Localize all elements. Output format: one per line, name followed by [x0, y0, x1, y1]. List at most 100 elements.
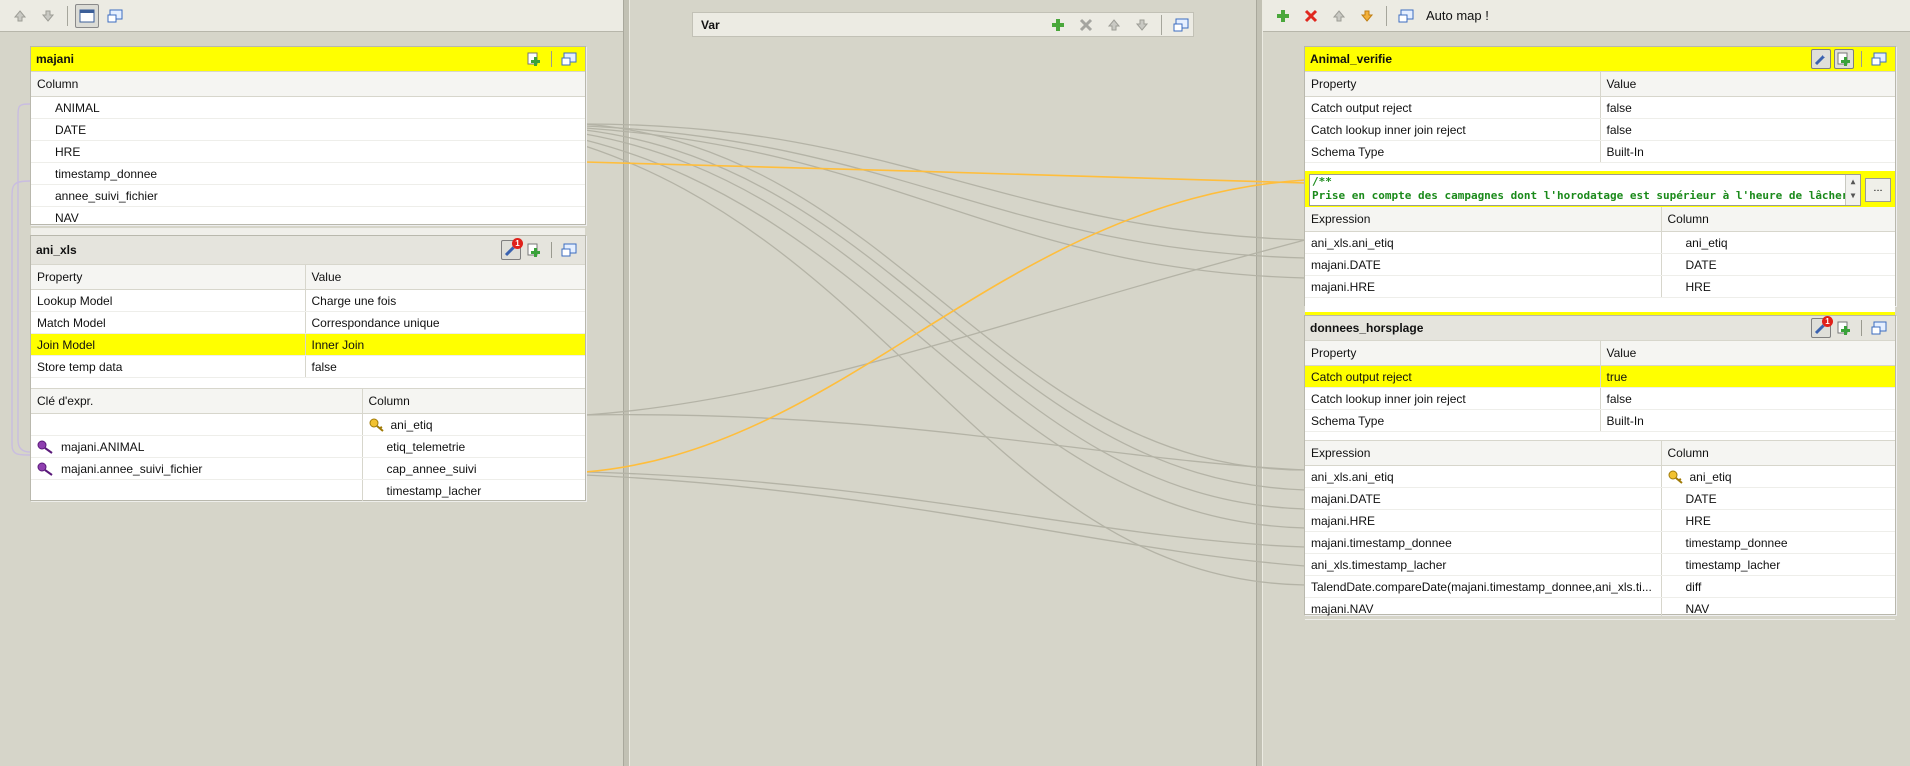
table-row[interactable]: TalendDate.compareDate(majani.timestamp_… [1305, 575, 1895, 598]
expression-header: Expression [1305, 207, 1661, 232]
error-badge: 1 [512, 238, 523, 249]
table-row[interactable]: majani.HRE HRE [1305, 275, 1895, 298]
filter-icon[interactable]: 1 [1811, 316, 1833, 338]
section-gap [1305, 432, 1895, 441]
window-icon[interactable] [75, 3, 99, 28]
table-row[interactable]: Catch lookup inner join reject false [1305, 118, 1895, 141]
property-header: Property [1305, 341, 1600, 366]
filter-icon[interactable]: 1 [501, 238, 523, 260]
majani-table: majani Column ANIMAL DATE HRE timestamp_… [30, 46, 586, 243]
expression-header: Expression [1305, 441, 1661, 466]
column-header: Column [1660, 207, 1895, 232]
expression-builder-button[interactable]: ... [1865, 178, 1891, 202]
table-row[interactable]: Join Model Inner Join [31, 333, 585, 356]
animal-verifie-table: Animal_verifie Property Value Catch outp… [1304, 46, 1896, 318]
table-footer [1305, 298, 1895, 312]
toolbar-separator [1386, 5, 1387, 26]
add-column-icon[interactable] [524, 240, 544, 260]
auto-map-button[interactable]: Auto map ! [1426, 8, 1489, 23]
key-expression-header: Clé d'expr. [31, 389, 362, 414]
minimize-icon[interactable] [559, 49, 579, 69]
table-row[interactable]: majani.DATE DATE [1305, 487, 1895, 510]
arrow-down-icon[interactable] [1355, 4, 1379, 28]
table-row[interactable]: ani_etiq [31, 413, 585, 436]
value-header: Value [1599, 72, 1895, 97]
table-row[interactable]: Schema Type Built-In [1305, 140, 1895, 163]
arrow-down-icon[interactable] [36, 4, 60, 28]
table-row[interactable]: ani_xls.ani_etiq ani_etiq [1305, 465, 1895, 488]
property-header: Property [1305, 72, 1600, 97]
animal-verifie-mapping: Expression Column ani_xls.ani_etiq ani_et… [1305, 207, 1895, 298]
table-row[interactable]: Catch output reject false [1305, 96, 1895, 119]
delete-icon[interactable] [1299, 4, 1323, 28]
majani-columns: Column ANIMAL DATE HRE timestamp_donnee … [31, 72, 585, 229]
filter-expression-field[interactable]: /** Prise en compte des campagnes dont l… [1309, 174, 1861, 206]
table-row[interactable]: ANIMAL [31, 96, 585, 119]
toolbar-separator [67, 5, 68, 26]
minimize-icon[interactable] [1169, 13, 1193, 37]
add-column-icon[interactable] [1834, 318, 1854, 338]
panel-divider-right[interactable] [1256, 0, 1263, 766]
table-row[interactable]: majani.ANIMAL etiq_telemetrie [31, 435, 585, 458]
table-row[interactable]: ani_xls.timestamp_lacher timestamp_lacher [1305, 553, 1895, 576]
add-column-icon[interactable] [524, 49, 544, 69]
table-row[interactable]: majani.timestamp_donnee timestamp_donnee [1305, 531, 1895, 554]
majani-title-bar: majani [31, 47, 585, 72]
ani-xls-keys: Clé d'expr. Column ani_etiq majani.ANIMA… [31, 389, 585, 502]
join-key-icon [37, 440, 53, 454]
value-header: Value [1599, 341, 1895, 366]
table-row[interactable]: Schema Type Built-In [1305, 409, 1895, 432]
input-toolbar [0, 0, 623, 32]
table-row[interactable]: majani.HRE HRE [1305, 509, 1895, 532]
table-row[interactable]: HRE [31, 140, 585, 163]
table-row[interactable]: timestamp_donnee [31, 162, 585, 185]
table-row[interactable]: DATE [31, 118, 585, 141]
column-header: Column [361, 389, 585, 414]
minimize-icon[interactable] [1869, 49, 1889, 69]
column-header: Column [31, 72, 585, 97]
animal-verifie-title-bar: Animal_verifie [1305, 47, 1895, 72]
join-key-icon [37, 462, 53, 476]
arrow-up-icon[interactable] [1327, 4, 1351, 28]
minimize-icon[interactable] [1869, 318, 1889, 338]
add-icon[interactable] [1046, 13, 1070, 37]
add-column-icon[interactable] [1834, 49, 1854, 69]
table-row[interactable]: majani.annee_suivi_fichier cap_annee_sui… [31, 457, 585, 480]
error-badge: 1 [1822, 316, 1833, 327]
delete-icon[interactable] [1074, 13, 1098, 37]
toolbar-separator [1161, 14, 1162, 35]
minimize-icon[interactable] [103, 4, 127, 28]
table-row[interactable]: annee_suivi_fichier [31, 184, 585, 207]
minimize-icon[interactable] [559, 240, 579, 260]
donnees-horsplage-mapping: Expression Column ani_xls.ani_etiq ani_e… [1305, 441, 1895, 620]
ani-xls-properties: Property Value Lookup Model Charge une fo… [31, 265, 585, 378]
table-row[interactable]: NAV [31, 206, 585, 229]
table-row[interactable]: Catch lookup inner join reject false [1305, 387, 1895, 410]
minimize-icon[interactable] [1394, 4, 1418, 28]
panel-divider-left[interactable] [623, 0, 630, 766]
filter-icon[interactable] [1811, 49, 1831, 69]
arrow-up-icon[interactable] [8, 4, 32, 28]
ani-xls-title: ani_xls [36, 243, 77, 257]
arrow-down-icon[interactable] [1130, 13, 1154, 37]
table-row[interactable]: Lookup Model Charge une fois [31, 289, 585, 312]
donnees-horsplage-title-bar: donnees_horsplage 1 [1305, 316, 1895, 341]
var-panel [630, 0, 1256, 766]
ani-xls-table: ani_xls 1 Property Value Lookup Model Cha… [30, 235, 586, 502]
table-row[interactable]: Store temp data false [31, 355, 585, 378]
add-icon[interactable] [1271, 4, 1295, 28]
donnees-horsplage-table: donnees_horsplage 1 Property Value Catch… [1304, 315, 1896, 620]
animal-verifie-title: Animal_verifie [1310, 52, 1393, 66]
table-row[interactable]: ani_xls.ani_etiq ani_etiq [1305, 231, 1895, 254]
title-separator [1861, 320, 1862, 336]
table-row[interactable]: majani.DATE DATE [1305, 253, 1895, 276]
table-row[interactable]: Catch output reject true [1305, 365, 1895, 388]
arrow-up-icon[interactable] [1102, 13, 1126, 37]
section-gap [31, 378, 585, 389]
table-row[interactable]: timestamp_lacher [31, 479, 585, 502]
donnees-horsplage-title: donnees_horsplage [1310, 321, 1424, 335]
scrollbar[interactable]: ▲ ▼ [1845, 175, 1860, 205]
table-row[interactable]: Match Model Correspondance unique [31, 311, 585, 334]
title-separator [551, 51, 552, 67]
table-row[interactable]: majani.NAV NAV [1305, 597, 1895, 620]
